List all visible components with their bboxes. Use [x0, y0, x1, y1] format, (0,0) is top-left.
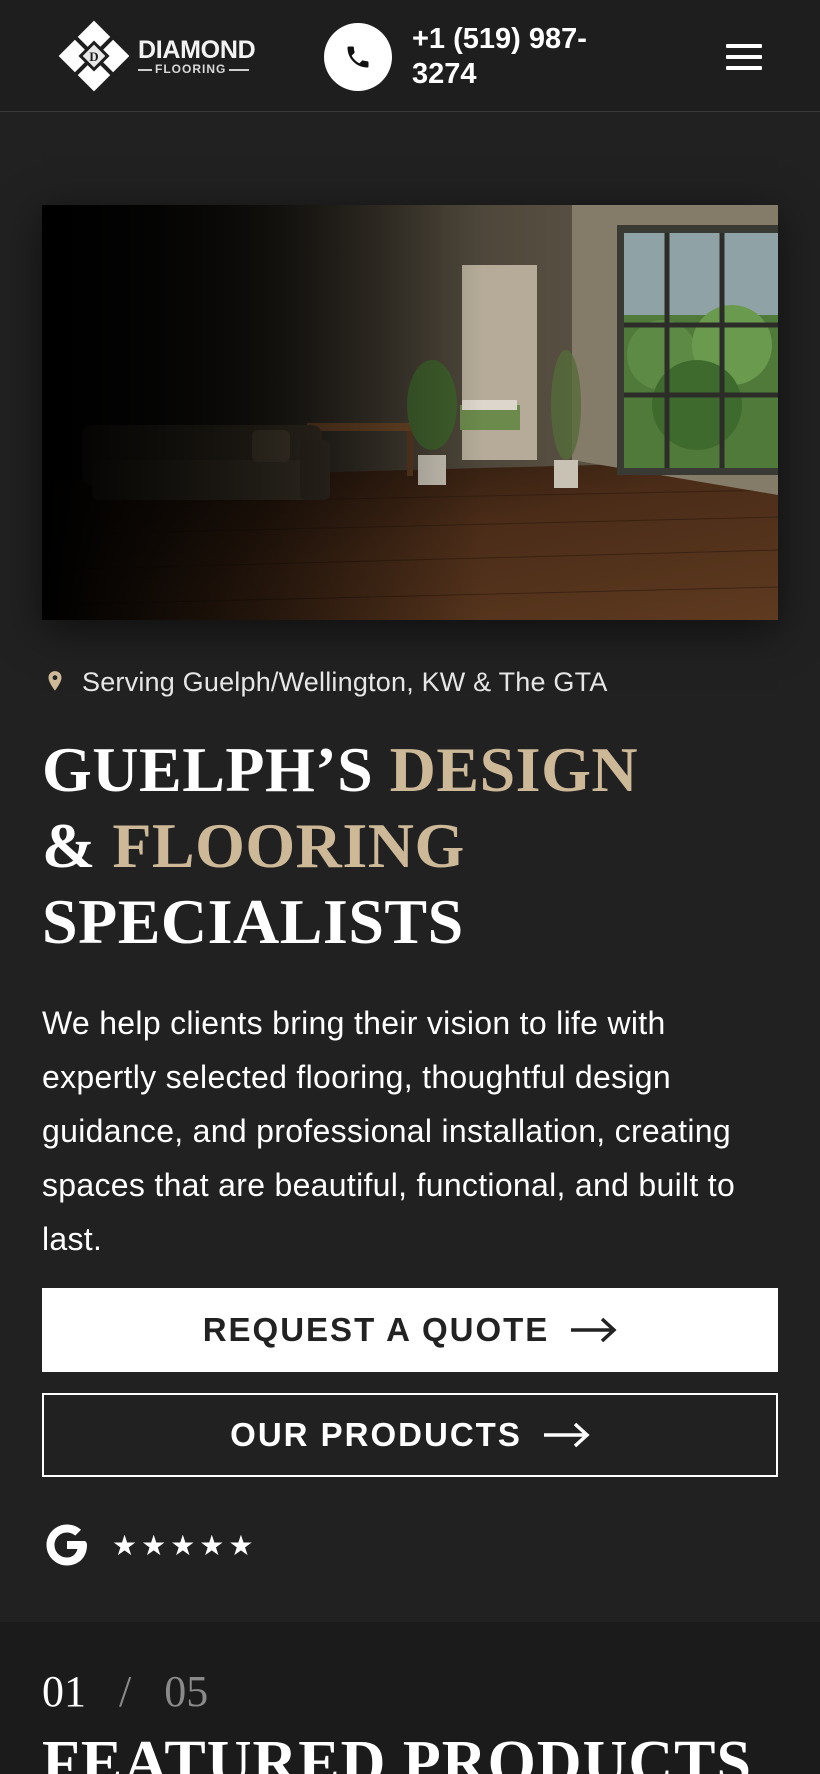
- phone-icon: [347, 46, 369, 68]
- diamond-logo-icon: D: [58, 20, 130, 92]
- hero-headline: GUELPH’S DESIGN & FLOORING SPECIALISTS: [42, 732, 802, 960]
- star-rating: ★★★★★: [112, 1529, 258, 1561]
- service-area-text: Serving Guelph/Wellington, KW & The GTA: [82, 666, 608, 697]
- hero-image: [42, 205, 778, 620]
- service-area: Serving Guelph/Wellington, KW & The GTA: [42, 665, 608, 699]
- site-header: D DIAMOND FLOORING +1 (519) 987-3274: [0, 0, 820, 112]
- svg-text:D: D: [89, 49, 98, 64]
- counter-total: 05: [164, 1667, 209, 1716]
- request-quote-button[interactable]: REQUEST A QUOTE: [42, 1288, 778, 1372]
- hero-description: We help clients bring their vision to li…: [42, 1005, 736, 1257]
- slide-counter: 01 / 05: [42, 1666, 208, 1717]
- diamond-flooring-logo[interactable]: D DIAMOND FLOORING: [56, 18, 266, 96]
- call-button[interactable]: [324, 23, 392, 91]
- google-icon: [46, 1524, 87, 1566]
- hamburger-menu-icon[interactable]: [726, 44, 762, 74]
- our-products-button[interactable]: OUR PRODUCTS: [42, 1393, 778, 1477]
- counter-current: 01: [42, 1667, 86, 1716]
- map-pin-icon: [48, 671, 62, 691]
- featured-products-title: FEATURED PRODUCTS: [42, 1729, 752, 1774]
- headline-accent-flooring: FLOORING: [112, 810, 465, 881]
- phone-number-link[interactable]: +1 (519) 987-3274: [412, 22, 642, 92]
- arrow-right-icon: [571, 1317, 617, 1343]
- arrow-right-icon: [543, 1422, 590, 1448]
- headline-accent-design: DESIGN: [389, 734, 639, 805]
- request-quote-label: REQUEST A QUOTE: [202, 1311, 550, 1348]
- headline-part: &: [42, 810, 113, 881]
- counter-separator: /: [119, 1667, 132, 1716]
- logo-wordmark: DIAMOND: [138, 36, 256, 64]
- headline-part: GUELPH’S: [42, 734, 390, 805]
- featured-products-section: 01 / 05 FEATURED PRODUCTS: [0, 1622, 820, 1774]
- our-products-label: OUR PRODUCTS: [230, 1416, 522, 1453]
- headline-part: SPECIALISTS: [42, 886, 464, 957]
- google-rating[interactable]: ★★★★★: [42, 1520, 258, 1570]
- logo-subtitle: FLOORING: [138, 62, 252, 76]
